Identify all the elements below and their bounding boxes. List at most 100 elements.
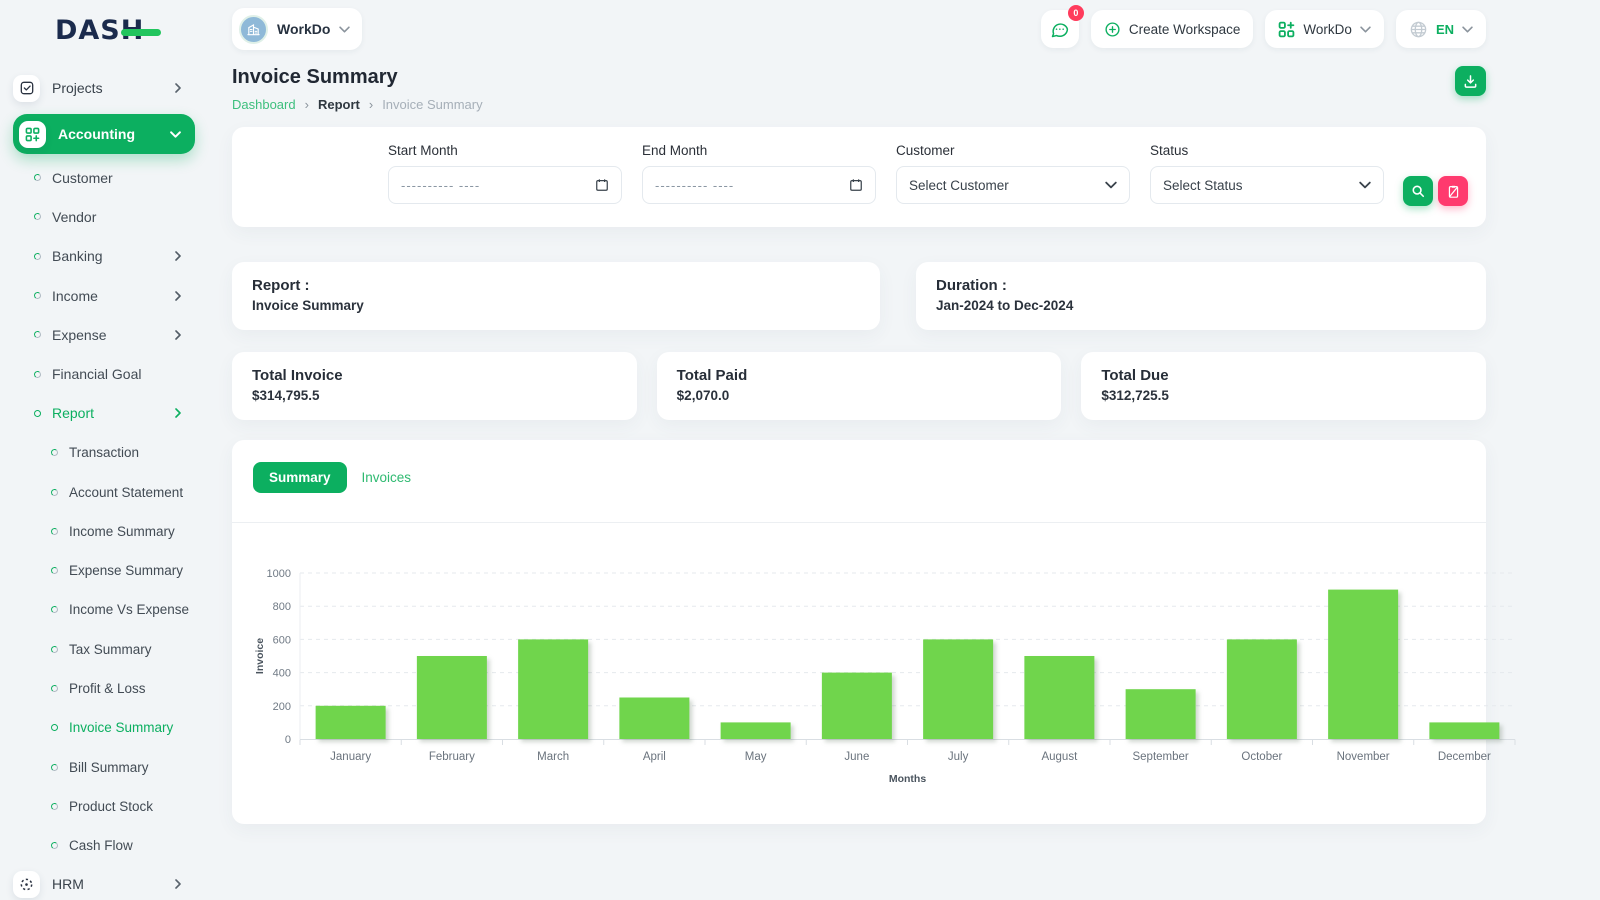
chevron-right-icon [173, 330, 183, 340]
accounting-icon [19, 120, 46, 148]
bullet-icon [50, 645, 59, 654]
sidebar-item-vendor[interactable]: Vendor [0, 197, 208, 236]
total-invoice-value: $314,795.5 [252, 388, 320, 403]
status-group: Status Select Status [1150, 143, 1384, 227]
sidebar: DASH Projects Accounting Customer Vendor… [0, 0, 208, 900]
calendar-icon[interactable] [595, 178, 609, 192]
app-root: DASH Projects Accounting Customer Vendor… [0, 0, 1600, 900]
total-paid-label: Total Paid [676, 367, 748, 384]
sidebar-item-profit-loss[interactable]: Profit & Loss [0, 669, 208, 708]
sidebar-item-label: HRM [52, 876, 84, 893]
chevron-down-icon [1462, 24, 1473, 35]
bullet-icon [50, 566, 59, 575]
sidebar-item-label: Income Vs Expense [69, 602, 190, 618]
invoice-bar-chart: 0 200 400 600 800 1000 January February March Apr… [252, 537, 1523, 792]
breadcrumb-report[interactable]: Report [318, 97, 360, 112]
chart-bar [1125, 689, 1196, 739]
chevron-down-icon [170, 129, 181, 140]
sidebar-item-label: Income [52, 287, 98, 304]
create-workspace-button[interactable]: Create Workspace [1090, 10, 1254, 48]
chart-tabs: Summary Invoices [232, 440, 1486, 493]
app-logo: DASH [55, 15, 165, 49]
workdo-menu-button[interactable]: WorkDo [1265, 10, 1384, 48]
workdo-menu-label: WorkDo [1303, 21, 1352, 37]
topbar-right: 0 Create Workspace WorkDo EN [1040, 5, 1486, 48]
sidebar-item-label: Bill Summary [69, 759, 149, 775]
chevron-down-icon [339, 24, 351, 35]
sidebar-item-income-vs-expense[interactable]: Income Vs Expense [0, 590, 208, 629]
download-button[interactable] [1455, 66, 1486, 96]
chart-bar [720, 722, 791, 739]
chevron-down-icon [1359, 179, 1371, 191]
sidebar-item-financial-goal[interactable]: Financial Goal [0, 354, 208, 393]
language-code: EN [1435, 21, 1454, 37]
end-month-label: End Month [642, 143, 708, 158]
tab-invoices[interactable]: Invoices [360, 462, 414, 493]
bullet-icon [33, 212, 42, 221]
tab-summary[interactable]: Summary [253, 462, 347, 493]
language-selector[interactable]: EN [1395, 10, 1486, 48]
sidebar-item-banking[interactable]: Banking [0, 237, 208, 276]
sidebar-item-invoice-summary[interactable]: Invoice Summary [0, 708, 208, 747]
breadcrumb-dashboard[interactable]: Dashboard [232, 97, 296, 112]
chart-bar [1226, 639, 1297, 739]
sidebar-item-transaction[interactable]: Transaction [0, 433, 208, 472]
svg-text:0: 0 [285, 734, 291, 746]
page-body: Start Month ---------- ---- End Month --… [232, 127, 1543, 824]
page-title: Invoice Summary [232, 66, 398, 88]
sidebar-item-income-summary[interactable]: Income Summary [0, 512, 208, 551]
report-label: Report : [252, 277, 310, 294]
sidebar-item-label: Income Summary [69, 523, 175, 539]
reset-filter-button[interactable] [1438, 176, 1468, 206]
hrm-icon [13, 870, 40, 898]
chevron-down-icon [1360, 24, 1371, 35]
sidebar-item-hrm[interactable]: HRM [13, 869, 195, 899]
apply-filter-button[interactable] [1403, 176, 1433, 206]
sidebar-item-projects[interactable]: Projects [13, 73, 195, 103]
sidebar-item-expense[interactable]: Expense [0, 315, 208, 354]
sidebar-item-label: Product Stock [69, 798, 154, 814]
bullet-icon [50, 448, 59, 457]
sidebar-item-account-statement[interactable]: Account Statement [0, 472, 208, 511]
chart-bar [821, 672, 892, 739]
bullet-icon [33, 409, 42, 418]
sidebar-item-product-stock[interactable]: Product Stock [0, 787, 208, 826]
svg-text:400: 400 [273, 668, 291, 680]
breadcrumb-separator: › [304, 97, 309, 112]
messages-button[interactable]: 0 [1040, 5, 1084, 48]
sidebar-item-label: Vendor [52, 208, 97, 225]
end-month-input[interactable]: ---------- ---- [642, 166, 876, 204]
total-paid-card: Total Paid $2,070.0 [656, 352, 1062, 420]
start-month-input[interactable]: ---------- ---- [388, 166, 622, 204]
sidebar-item-label: Profit & Loss [69, 681, 146, 696]
svg-text:December: December [1438, 751, 1491, 763]
svg-text:600: 600 [273, 634, 291, 646]
bullet-icon [50, 605, 59, 614]
duration-label: Duration : [936, 277, 1007, 294]
topbar: WorkDo 0 Create Workspace WorkDo EN [232, 5, 1543, 50]
sidebar-item-income[interactable]: Income [0, 276, 208, 315]
sidebar-item-cash-flow[interactable]: Cash Flow [0, 826, 208, 865]
chevron-right-icon [173, 879, 183, 890]
customer-select[interactable]: Select Customer [896, 166, 1130, 204]
sidebar-item-label: Invoice Summary [69, 720, 174, 736]
bullet-icon [50, 488, 59, 496]
filter-panel: Start Month ---------- ---- End Month --… [232, 127, 1486, 227]
sidebar-item-expense-summary[interactable]: Expense Summary [0, 551, 208, 590]
bullet-icon [50, 527, 59, 536]
bullet-icon [33, 370, 42, 379]
svg-text:January: January [330, 751, 371, 763]
sidebar-item-customer[interactable]: Customer [0, 158, 208, 197]
sidebar-item-tax-summary[interactable]: Tax Summary [0, 630, 208, 669]
svg-text:200: 200 [273, 701, 291, 713]
sidebar-item-accounting[interactable]: Accounting [13, 114, 195, 154]
status-select[interactable]: Select Status [1150, 166, 1384, 204]
calendar-icon[interactable] [849, 178, 863, 192]
sidebar-item-report[interactable]: Report [0, 394, 208, 433]
report-card: Report : Invoice Summary [232, 262, 880, 330]
sidebar-item-bill-summary[interactable]: Bill Summary [0, 747, 208, 786]
svg-text:Invoice: Invoice [254, 638, 266, 674]
start-month-group: Start Month ---------- ---- [388, 143, 622, 227]
workspace-switcher-button[interactable]: WorkDo [232, 8, 363, 50]
filter-actions [1403, 176, 1468, 227]
